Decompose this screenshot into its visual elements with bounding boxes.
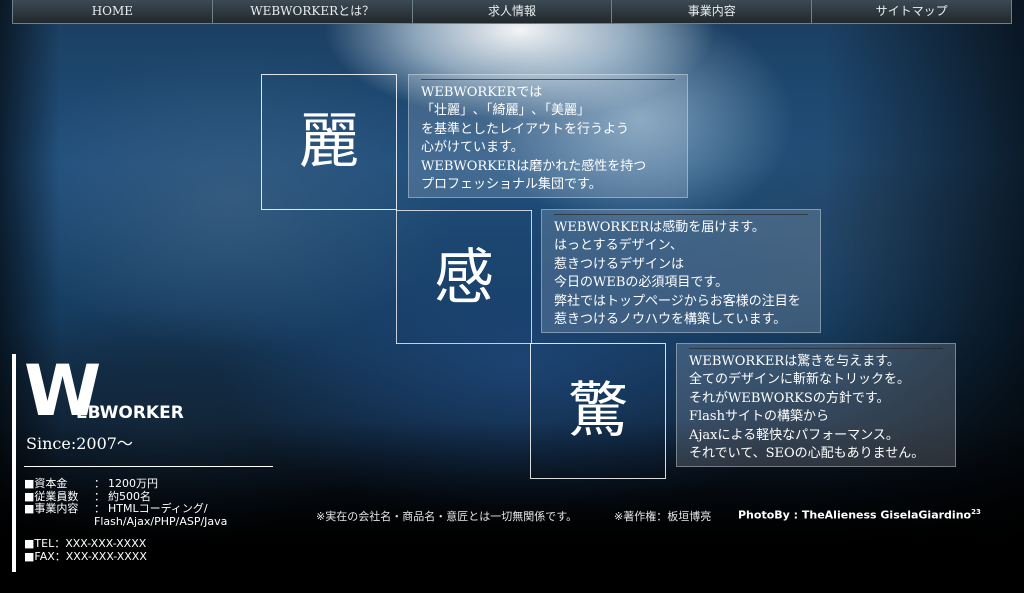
info-value: HTMLコーディング/ <box>108 502 208 515</box>
main-nav: HOME WEBWORKERとは？ 求人情報 事業内容 サイトマップ <box>12 0 1012 24</box>
photo-credit-text: PhotoBy : TheAlieness GiselaGiardino <box>738 508 972 522</box>
company-since: Since:2007〜 <box>26 434 133 453</box>
kanji-box-kyou: 驚 <box>530 343 666 479</box>
photo-credit-sup: 23 <box>971 508 981 516</box>
info-row-business: ■事業内容 ： HTMLコーディング/ <box>24 502 227 516</box>
kanji-kan: 感 <box>434 243 494 313</box>
info-accent-bar <box>12 354 16 572</box>
info-key: ■資本金 <box>24 477 68 490</box>
panel-text: それがWEBWORKSの方針です。 <box>689 390 890 406</box>
nav-about[interactable]: WEBWORKERとは？ <box>213 0 413 23</box>
panel-text: Ajaxによる軽快なパフォーマンス。 <box>689 427 899 443</box>
panel-text: 心がけています。 <box>421 140 524 156</box>
panel-text: Flashサイトの構築から <box>689 409 829 425</box>
panel-text: それでいて、SEOの心配もありません。 <box>689 446 925 462</box>
info-sep: ： <box>94 477 105 490</box>
info-key: ■事業内容 <box>24 502 79 515</box>
photo-credit: PhotoBy : TheAlieness GiselaGiardino23 <box>738 508 981 522</box>
panel-text: 惹きつけるデザインは <box>554 256 685 272</box>
disclaimer-text: ※実在の会社名・商品名・意匠とは一切無関係です。 <box>316 510 578 523</box>
panel-text: はっとするデザイン、 <box>554 238 683 254</box>
panel-text: 惹きつけるノウハウを構築しています。 <box>554 312 787 328</box>
page: HOME WEBWORKERとは？ 求人情報 事業内容 サイトマップ 麗 感 驚… <box>0 0 1024 593</box>
panel-emotion: WEBWORKERは感動を届けます。 はっとするデザイン、 惹きつけるデザインは… <box>541 209 821 333</box>
panel-text: プロフェッショナル集団です。 <box>421 177 602 193</box>
panel-text: WEBWORKERでは <box>421 85 543 100</box>
panel-surprise: WEBWORKERは驚きを与えます。 全てのデザインに斬新なトリックを。 それが… <box>676 343 956 467</box>
panel-rule <box>421 79 675 80</box>
company-logo-text: EBWORKER <box>76 403 184 423</box>
contact-tel: ■TEL：XXX-XXX-XXXX <box>24 537 147 550</box>
info-row-capital: ■資本金 ： 1200万円 <box>24 477 227 491</box>
copyright-text: ※著作権：板垣博亮 <box>614 510 712 523</box>
nav-sitemap[interactable]: サイトマップ <box>812 0 1011 23</box>
info-divider <box>24 466 273 467</box>
panel-text: WEBWORKERは驚きを与えます。 <box>689 354 900 369</box>
panel-text: 弊社ではトップページからお客様の注目を <box>554 293 801 309</box>
nav-business[interactable]: 事業内容 <box>612 0 813 23</box>
nav-home[interactable]: HOME <box>13 0 213 23</box>
panel-text: 全てのデザインに斬新なトリックを。 <box>689 372 911 388</box>
nav-recruit[interactable]: 求人情報 <box>413 0 613 23</box>
panel-text: 「壮麗」､「綺麗」､「美麗」 <box>421 103 591 119</box>
kanji-rei: 麗 <box>299 107 359 177</box>
kanji-box-kan: 感 <box>396 210 532 346</box>
contact-fax: ■FAX：XXX-XXX-XXXX <box>24 549 147 563</box>
panel-text: を基準としたレイアウトを行うよう <box>421 121 630 137</box>
panel-text: WEBWORKERは磨かれた感性を持つ <box>421 158 647 174</box>
kanji-kyou: 驚 <box>568 376 628 446</box>
info-sep: ： <box>94 502 105 515</box>
panel-text: WEBWORKERは感動を届けます。 <box>554 220 765 235</box>
info-value-continued: Flash/Ajax/PHP/ASP/Java <box>94 514 228 528</box>
panel-rule <box>554 214 808 215</box>
info-value: 1200万円 <box>108 477 158 490</box>
panel-rule <box>689 348 943 349</box>
kanji-box-rei: 麗 <box>261 74 397 210</box>
contact-info: ■TEL：XXX-XXX-XXXX ■FAX：XXX-XXX-XXXX <box>24 537 147 563</box>
panel-text: 今日のWEBの必須項目です。 <box>554 275 729 291</box>
company-info: ■資本金 ： 1200万円 ■従業員数 ： 約500名 ■事業内容 ： HTML… <box>24 477 228 528</box>
panel-elegance: WEBWORKERでは 「壮麗」､「綺麗」､「美麗」 を基準としたレイアウトを行… <box>408 74 688 198</box>
